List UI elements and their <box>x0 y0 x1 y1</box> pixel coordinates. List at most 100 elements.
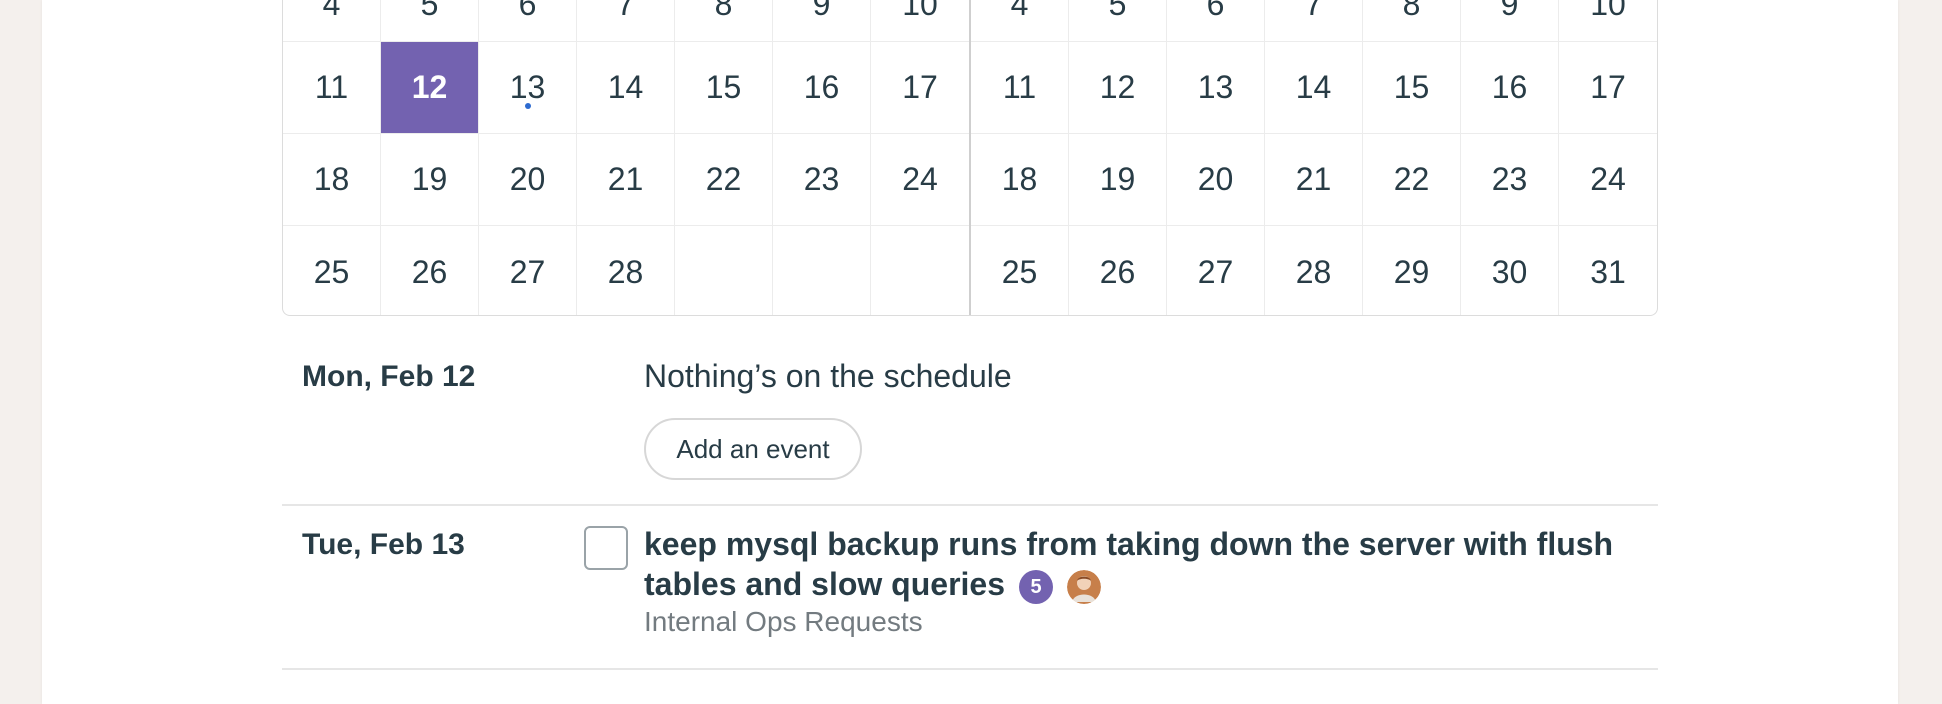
agenda-date-label: Mon, Feb 12 <box>302 360 476 393</box>
calendar-day-cell[interactable]: 29 <box>1363 226 1461 315</box>
calendar-day-cell[interactable]: 19 <box>381 134 479 226</box>
calendar-day-number: 7 <box>616 0 635 22</box>
calendar-day-cell[interactable]: 20 <box>479 134 577 226</box>
calendar-day-number: 27 <box>1197 253 1234 290</box>
calendar-day-cell[interactable]: 17 <box>871 42 969 134</box>
calendar-day-cell[interactable]: 28 <box>577 226 675 315</box>
calendar-day-cell[interactable]: 12 <box>1069 42 1167 134</box>
calendar-day-cell[interactable]: 27 <box>479 226 577 315</box>
calendar-day-number: 8 <box>714 0 733 22</box>
calendar-day-cell[interactable]: 22 <box>675 134 773 226</box>
agenda-day-row: Mon, Feb 12 Nothing’s on the schedule Ad… <box>282 318 1658 506</box>
calendar-day-cell[interactable]: 13 <box>479 42 577 134</box>
calendar-day-number: 18 <box>1001 161 1038 197</box>
calendar-day-number: 19 <box>1099 161 1136 197</box>
calendar-day-cell[interactable]: 16 <box>1461 42 1559 134</box>
calendar-day-number: 26 <box>411 253 448 290</box>
calendar-day-cell[interactable]: 15 <box>675 42 773 134</box>
project-name[interactable]: Internal Ops Requests <box>644 606 923 638</box>
calendar-day-cell[interactable]: 28 <box>1265 226 1363 315</box>
calendar-day-number: 20 <box>1197 161 1234 197</box>
calendar-day-cell-selected[interactable]: 12 <box>381 42 479 134</box>
comment-count-badge[interactable]: 5 <box>1019 569 1053 604</box>
agenda-date-label: Tue, Feb 13 <box>302 528 465 561</box>
calendar-day-cell[interactable]: 18 <box>971 134 1069 226</box>
calendar-day-cell[interactable]: 30 <box>1461 226 1559 315</box>
calendar-day-cell[interactable]: 7 <box>577 0 675 42</box>
calendar-day-cell[interactable]: 8 <box>1363 0 1461 42</box>
event-dot-icon <box>524 103 531 109</box>
calendar-day-cell[interactable]: 10 <box>1559 0 1657 42</box>
calendar-day-number: 21 <box>1295 161 1332 197</box>
calendar-day-number: 5 <box>1108 0 1127 22</box>
calendar-day-number: 22 <box>705 161 742 197</box>
calendar-day-number: 4 <box>322 0 341 22</box>
calendar-day-cell[interactable]: 19 <box>1069 134 1167 226</box>
calendar-day-cell[interactable]: 4 <box>283 0 381 42</box>
calendar-month-left: 4 5 6 7 8 9 10 11 12 13 14 15 16 17 18 19 20 21 22 23 24 25 26… <box>283 0 971 315</box>
calendar-day-cell[interactable]: 24 <box>1559 134 1657 226</box>
calendar-day-cell[interactable]: 23 <box>773 134 871 226</box>
todo-item[interactable]: keep mysql backup runs from taking down … <box>644 524 1644 604</box>
calendar-day-cell[interactable]: 14 <box>577 42 675 134</box>
calendar-day-cell[interactable]: 20 <box>1167 134 1265 226</box>
calendar-day-cell[interactable]: 9 <box>1461 0 1559 42</box>
calendar-day-cell[interactable]: 11 <box>971 42 1069 134</box>
calendar-day-cell[interactable]: 26 <box>381 226 479 315</box>
calendar-day-cell[interactable]: 10 <box>871 0 969 42</box>
calendar-day-cell[interactable]: 6 <box>1167 0 1265 42</box>
calendar-day-cell[interactable]: 25 <box>283 226 381 315</box>
calendar-day-number: 26 <box>1099 253 1136 290</box>
calendar-day-cell[interactable]: 31 <box>1559 226 1657 315</box>
calendar-day-number: 9 <box>1500 0 1519 22</box>
calendar-day-cell[interactable]: 17 <box>1559 42 1657 134</box>
calendar-day-number: 10 <box>902 0 938 22</box>
calendar-day-number: 28 <box>607 253 644 290</box>
mini-calendar: 4 5 6 7 8 9 10 11 12 13 14 15 16 17 18 19 20 21 22 23 24 25 26… <box>282 0 1658 316</box>
calendar-day-number: 20 <box>509 161 546 197</box>
todo-title-text[interactable]: keep mysql backup runs from taking down … <box>644 526 1613 602</box>
calendar-day-cell[interactable]: 21 <box>577 134 675 226</box>
calendar-day-cell[interactable]: 27 <box>1167 226 1265 315</box>
calendar-day-cell[interactable]: 5 <box>1069 0 1167 42</box>
calendar-day-cell[interactable]: 25 <box>971 226 1069 315</box>
calendar-day-cell[interactable]: 14 <box>1265 42 1363 134</box>
calendar-day-number: 31 <box>1590 253 1626 290</box>
person-avatar-icon <box>1067 569 1101 604</box>
add-event-button[interactable]: Add an event <box>644 418 862 480</box>
calendar-day-cell[interactable]: 18 <box>283 134 381 226</box>
calendar-day-number: 11 <box>314 69 349 105</box>
calendar-day-cell[interactable]: 6 <box>479 0 577 42</box>
calendar-day-number: 23 <box>803 161 840 197</box>
calendar-day-cell[interactable]: 4 <box>971 0 1069 42</box>
calendar-day-cell[interactable]: 9 <box>773 0 871 42</box>
calendar-day-number: 12 <box>411 69 448 105</box>
calendar-day-cell[interactable]: 26 <box>1069 226 1167 315</box>
calendar-day-number: 15 <box>1393 69 1430 105</box>
calendar-day-number: 11 <box>1002 69 1037 105</box>
calendar-day-number: 24 <box>902 161 938 197</box>
calendar-empty-cell <box>871 226 969 315</box>
calendar-day-cell[interactable]: 21 <box>1265 134 1363 226</box>
calendar-day-number: 6 <box>518 0 537 22</box>
calendar-day-cell[interactable]: 8 <box>675 0 773 42</box>
calendar-day-cell[interactable]: 5 <box>381 0 479 42</box>
calendar-day-number: 23 <box>1491 161 1528 197</box>
calendar-day-number: 12 <box>1099 69 1136 105</box>
calendar-day-number: 17 <box>902 69 938 105</box>
calendar-empty-cell <box>773 226 871 315</box>
calendar-day-cell[interactable]: 24 <box>871 134 969 226</box>
calendar-day-number: 5 <box>420 0 439 22</box>
todo-checkbox[interactable] <box>584 526 628 570</box>
calendar-day-cell[interactable]: 23 <box>1461 134 1559 226</box>
calendar-day-cell[interactable]: 7 <box>1265 0 1363 42</box>
calendar-day-number: 30 <box>1491 253 1528 290</box>
calendar-day-cell[interactable]: 16 <box>773 42 871 134</box>
agenda-day-row: Tue, Feb 13 keep mysql backup runs from … <box>282 506 1658 670</box>
calendar-day-cell[interactable]: 11 <box>283 42 381 134</box>
calendar-day-cell[interactable]: 13 <box>1167 42 1265 134</box>
calendar-day-cell[interactable]: 22 <box>1363 134 1461 226</box>
calendar-day-cell[interactable]: 15 <box>1363 42 1461 134</box>
calendar-day-number: 24 <box>1590 161 1626 197</box>
calendar-day-number: 22 <box>1393 161 1430 197</box>
